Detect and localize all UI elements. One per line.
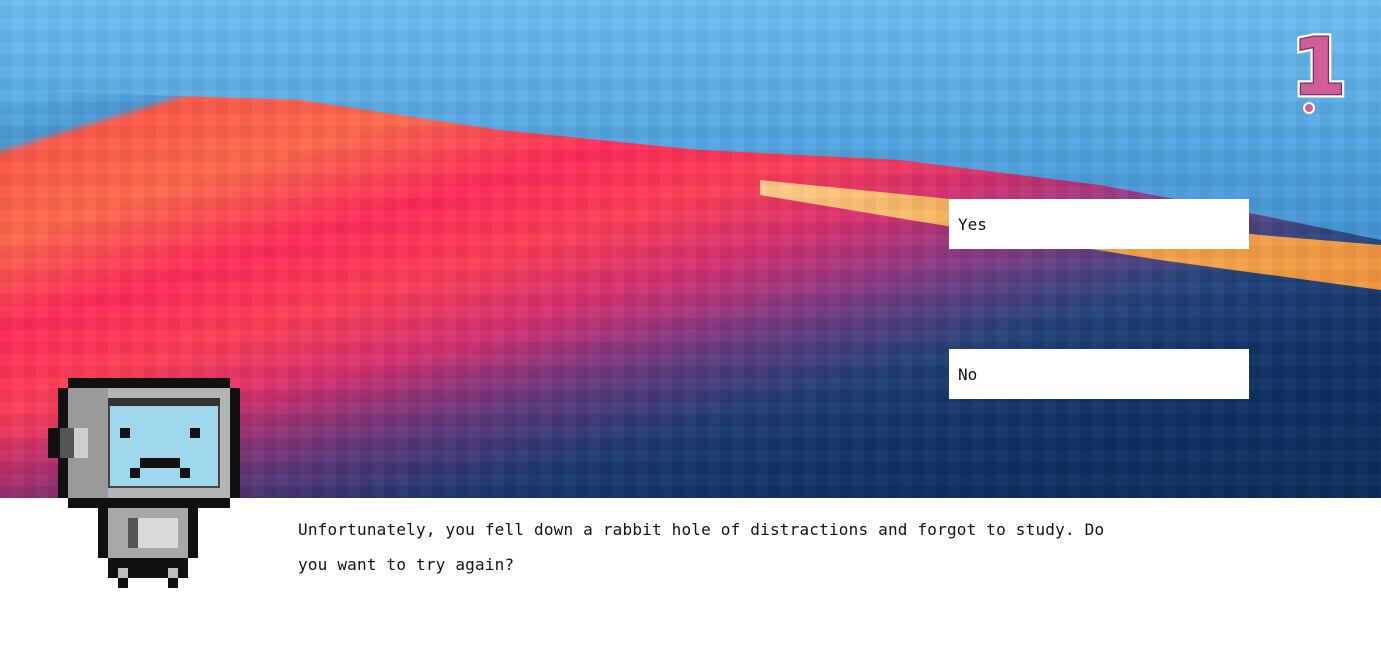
no-button-label: No [958, 364, 978, 384]
game-scene: 1 1 Yes No Unfortunately, you fell down … [0, 0, 1381, 659]
dialogue-text: Unfortunately, you fell down a rabbit ho… [298, 520, 1105, 574]
yes-button[interactable]: Yes [949, 199, 1249, 249]
robot-mouth [140, 458, 180, 468]
yes-button-label: Yes [958, 214, 987, 234]
robot-right-eye [190, 428, 200, 438]
badge-dot [1303, 102, 1315, 114]
robot-left-eye [120, 428, 130, 438]
level-badge-icon: 1 1 [1288, 24, 1349, 117]
level-number-outline: 1 [1292, 24, 1346, 113]
no-button[interactable]: No [949, 349, 1249, 399]
robot-character-icon [48, 378, 240, 588]
